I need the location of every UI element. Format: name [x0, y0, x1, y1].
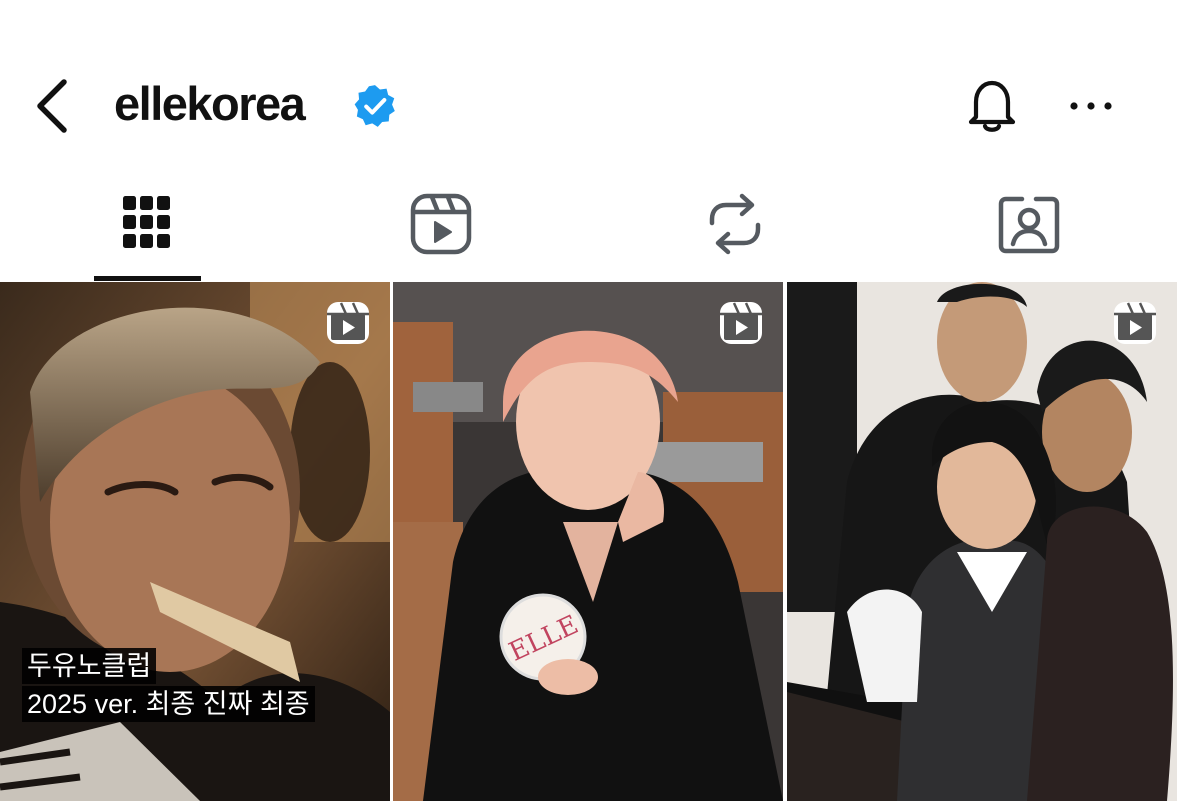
tab-reposts[interactable] [588, 175, 882, 282]
post-caption: 두유노클럽 2025 ver. 최종 진짜 최종 [22, 648, 315, 724]
post-tile[interactable] [787, 282, 1177, 801]
chevron-left-icon[interactable] [30, 76, 78, 136]
verified-badge-icon [354, 85, 395, 127]
caption-line-2: 2025 ver. 최종 진짜 최종 [22, 686, 315, 722]
posts-grid: 두유노클럽 2025 ver. 최종 진짜 최종 ELLE [0, 282, 1177, 801]
active-tab-indicator [94, 276, 201, 281]
more-horizontal-icon[interactable] [1066, 86, 1116, 126]
reel-badge-icon [720, 302, 762, 344]
profile-username: ellekorea [114, 77, 306, 130]
tab-reels[interactable] [294, 175, 588, 282]
post-tile[interactable]: 두유노클럽 2025 ver. 최종 진짜 최종 [0, 282, 390, 801]
post-thumbnail-image: ELLE [393, 282, 783, 801]
post-thumbnail-image [787, 282, 1177, 801]
post-tile[interactable]: ELLE [393, 282, 783, 801]
profile-tabs [0, 175, 1177, 282]
tagged-person-icon [998, 196, 1060, 254]
repost-icon [709, 193, 761, 255]
tab-grid[interactable] [0, 175, 294, 282]
reels-icon [410, 193, 472, 255]
profile-header: ellekorea [0, 0, 1177, 170]
reel-badge-icon [1114, 302, 1156, 344]
caption-line-1: 두유노클럽 [22, 648, 157, 684]
tab-tagged[interactable] [882, 175, 1176, 282]
grid-icon [123, 196, 170, 248]
bell-icon[interactable] [962, 74, 1022, 136]
reel-badge-icon [327, 302, 369, 344]
